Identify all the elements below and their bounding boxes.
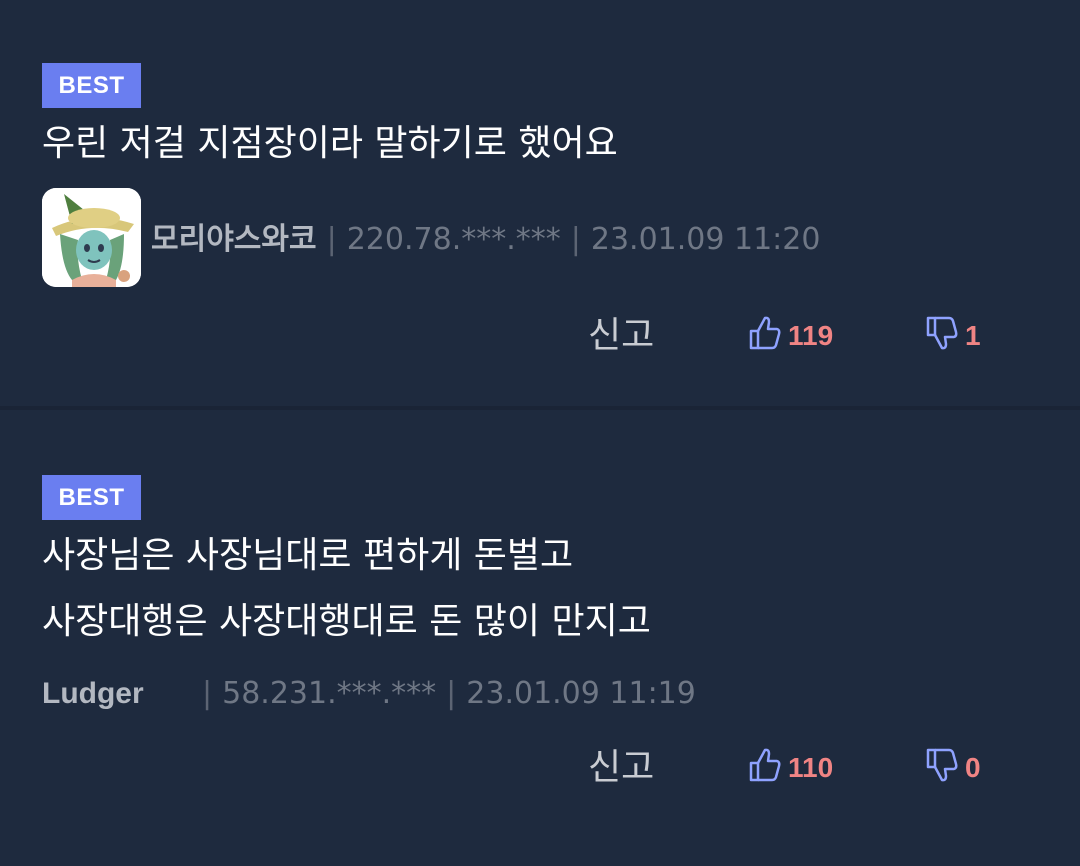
comment-text: 사장대행은 사장대행대로 돈 많이 만지고 [42, 601, 651, 642]
timestamp: 23.01.09 11:20 [590, 222, 821, 257]
meta-separator: | [326, 222, 337, 257]
avatar[interactable] [42, 188, 141, 287]
timestamp: 23.01.09 11:19 [466, 676, 696, 711]
thumbs-up-icon [748, 315, 788, 358]
comment-meta: Ludger | 58.231.***.*** | 23.01.09 11:19 [42, 674, 696, 714]
ip-address: 58.231.***.*** [222, 676, 437, 711]
upvote-count: 110 [788, 752, 834, 783]
author-name[interactable]: 모리야스와코 [151, 223, 317, 256]
comment-item: BEST 우린 저걸 지점장이라 말하기로 했어요 모리야스와코 | 220.78.… [0, 0, 1080, 410]
thumbs-down-icon [925, 747, 965, 790]
best-badge: BEST [42, 63, 141, 108]
ip-address: 220.78.***.*** [346, 222, 561, 257]
meta-separator: | [202, 676, 213, 711]
comment-item: BEST 사장님은 사장님대로 편하게 돈벌고 사장대행은 사장대행대로 돈 많… [0, 410, 1080, 866]
upvote-button[interactable]: 119 [748, 314, 833, 358]
comment-text: 사장님은 사장님대로 편하게 돈벌고 [42, 535, 574, 576]
best-badge: BEST [42, 475, 141, 520]
meta-separator: | [570, 222, 581, 257]
thumbs-up-icon [748, 747, 788, 790]
report-button[interactable]: 신고 [588, 314, 654, 358]
downvote-count: 0 [965, 752, 981, 783]
downvote-count: 1 [965, 320, 981, 351]
upvote-count: 119 [788, 320, 834, 351]
downvote-button[interactable]: 0 [925, 746, 981, 790]
comment-meta: 모리야스와코 | 220.78.***.*** | 23.01.09 11:20 [151, 220, 820, 260]
downvote-button[interactable]: 1 [925, 314, 981, 358]
report-button[interactable]: 신고 [588, 746, 654, 790]
upvote-button[interactable]: 110 [748, 746, 833, 790]
comment-text: 우린 저걸 지점장이라 말하기로 했어요 [42, 123, 618, 164]
meta-separator: | [446, 676, 457, 711]
thumbs-down-icon [925, 315, 965, 358]
author-name[interactable]: Ludger [42, 674, 192, 714]
